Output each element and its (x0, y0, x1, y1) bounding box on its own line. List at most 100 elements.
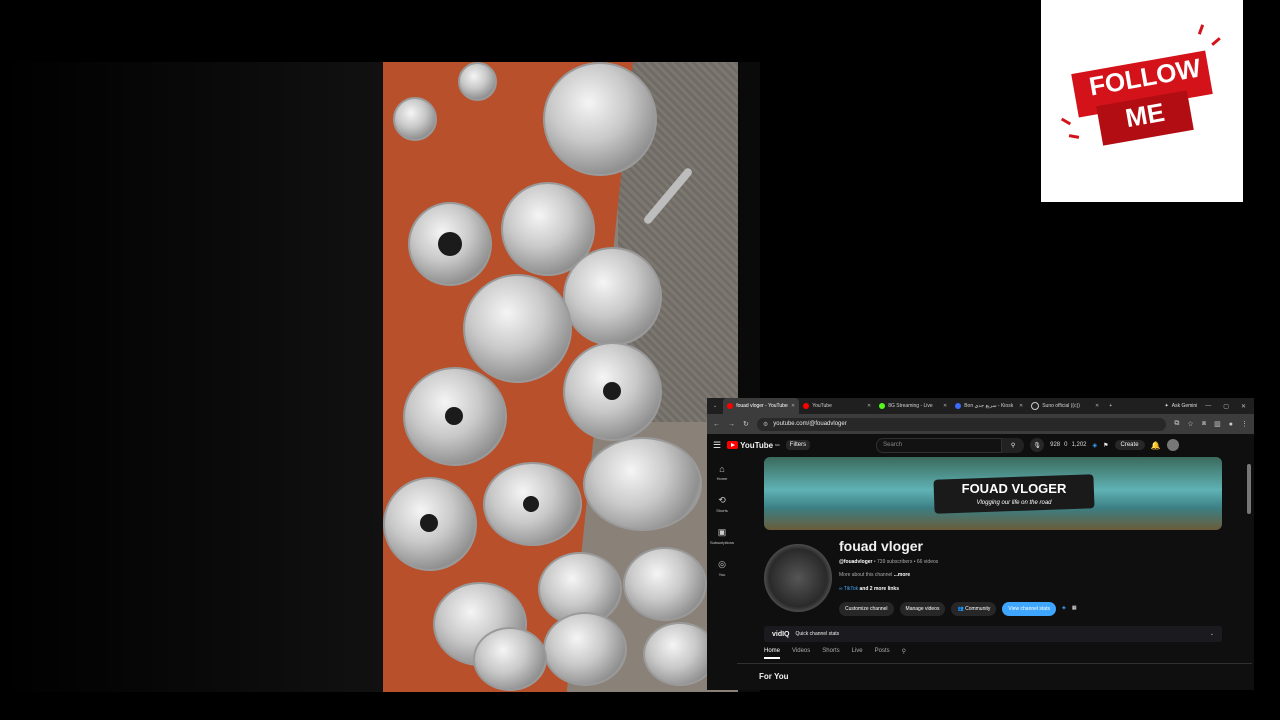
url-field[interactable]: ⚙ youtube.com/@fouadvloger (756, 417, 1167, 431)
hamburger-menu-icon[interactable]: ☰ (713, 440, 721, 451)
pot-lid (383, 477, 477, 571)
subs-stat: 1,202 (1071, 442, 1087, 448)
youtube-sidebar: ⌂ Home ⟲ Shorts ▣ Subscriptions ◎ You (707, 456, 737, 584)
account-avatar[interactable] (1166, 439, 1179, 451)
minimize-icon[interactable]: — (1205, 403, 1211, 410)
channel-links: ∞ TikTok and 2 more links (839, 586, 899, 592)
vidiq-label: Quick channel stats (795, 631, 840, 637)
search-input[interactable]: Search (876, 437, 1003, 453)
customize-channel-button[interactable]: Customize channel (839, 602, 894, 616)
close-icon[interactable]: ✕ (867, 403, 871, 409)
tabs-divider (737, 663, 1252, 664)
menu-dots-icon[interactable]: ⋮ (1241, 420, 1248, 428)
search-button[interactable]: ⚲ (1002, 437, 1025, 453)
globe-icon (955, 403, 962, 409)
tab-label: Suno official ((c)) (1042, 403, 1080, 409)
voice-search-button[interactable]: 🎙 (1030, 438, 1045, 452)
profile-icon[interactable]: ● (1229, 421, 1233, 428)
close-icon[interactable]: ✕ (943, 403, 947, 409)
install-icon[interactable]: ⧉ (1174, 420, 1179, 428)
zero-stat: 0 (1064, 442, 1068, 448)
vidiq-panel[interactable]: vidIQ Quick channel stats ⌄ (764, 626, 1222, 642)
pot-lid (458, 62, 497, 101)
sidebar-icon[interactable]: ▥ (1214, 420, 1221, 428)
shorts-icon: ⟲ (718, 495, 726, 505)
section-heading: For You (759, 672, 789, 681)
tab-kiosk[interactable]: Bon سريع جدي - Kiosk ✕ (951, 398, 1027, 414)
scrollbar[interactable] (1247, 464, 1251, 514)
window-close-icon[interactable]: ✕ (1241, 403, 1246, 410)
spark (1197, 24, 1205, 35)
community-button[interactable]: 👥 Community (951, 602, 997, 616)
tab-bar: ⌄ fouad vloger - YouTube ✕ YouTube ✕ 8G St… (707, 398, 1254, 414)
address-bar-row: ← → ↻ ⚙ youtube.com/@fouadvloger ⧉ ☆ ⧈ ▥ … (707, 414, 1254, 434)
channel-about[interactable]: More about this channel ...more (839, 572, 910, 578)
pot (643, 622, 717, 686)
forward-icon[interactable]: → (728, 421, 735, 428)
extensions-icon[interactable]: ⧈ (1202, 420, 1206, 428)
vidiq-icon[interactable]: ◈ (1093, 442, 1098, 449)
extension-icon[interactable]: ⚑ (1103, 442, 1108, 449)
close-icon[interactable]: ✕ (1019, 403, 1023, 409)
you-icon: ◎ (718, 559, 726, 569)
tab-search-chevron-icon[interactable]: ⌄ (707, 403, 723, 409)
channel-actions: Customize channel Manage videos 👥 Commun… (839, 602, 1077, 616)
back-icon[interactable]: ← (713, 421, 720, 428)
close-icon[interactable]: ✕ (1095, 403, 1099, 409)
vidiq-stats[interactable]: 928 0 1,202 (1050, 442, 1086, 448)
country-code: MA (775, 443, 780, 447)
tab-fouad-vloger[interactable]: fouad vloger - YouTube ✕ (723, 398, 800, 414)
tab-label: Bon سريع جدي - Kiosk (964, 403, 1014, 409)
close-icon[interactable]: ✕ (791, 403, 795, 409)
ask-gemini-button[interactable]: ✦ Ask Gemini (1157, 403, 1206, 409)
new-tab-button[interactable]: + (1103, 403, 1118, 409)
sidebar-item-shorts[interactable]: ⟲ Shorts (707, 488, 737, 520)
tab-label: YouTube (812, 403, 832, 409)
pot-lid (403, 367, 507, 466)
pot-lid (543, 612, 627, 686)
more-links[interactable]: and 2 more links (858, 586, 899, 592)
sidebar-item-subscriptions[interactable]: ▣ Subscriptions (707, 520, 737, 552)
bookmark-star-icon[interactable]: ☆ (1187, 420, 1193, 428)
home-icon: ⌂ (719, 463, 725, 474)
youtube-page: ☰ YouTube MA Filters Search ⚲ 🎙 928 0 1,202… (707, 434, 1254, 690)
channel-avatar[interactable] (764, 544, 832, 612)
tab-streaming[interactable]: 8G Streaming - Live ✕ (875, 398, 951, 414)
youtube-masthead: ☰ YouTube MA Filters Search ⚲ 🎙 928 0 1,202… (707, 434, 1254, 456)
views-stat: 928 (1050, 442, 1061, 448)
tab-posts[interactable]: Posts (875, 648, 890, 659)
tiktok-link[interactable]: TikTok (844, 586, 858, 592)
grid-icon[interactable]: ▦ (1072, 602, 1077, 616)
channel-search-icon[interactable]: ⚲ (902, 648, 906, 659)
subscriptions-icon: ▣ (717, 527, 727, 537)
tiktok-icon (1031, 402, 1040, 410)
sidebar-item-home[interactable]: ⌂ Home (707, 456, 737, 488)
vidiq-small-icon[interactable]: ◈ (1062, 602, 1066, 616)
tab-youtube[interactable]: YouTube ✕ (799, 398, 875, 414)
channel-handle: @fouadvloger (839, 559, 873, 565)
reload-icon[interactable]: ↻ (743, 420, 749, 428)
pan (463, 274, 572, 383)
tab-videos[interactable]: Videos (792, 648, 810, 659)
site-info-icon[interactable]: ⚙ (763, 421, 768, 428)
cookware-photo (383, 62, 738, 692)
spark (1060, 117, 1072, 126)
youtube-logo[interactable]: YouTube MA (727, 441, 780, 450)
notifications-bell-icon[interactable]: 🔔 (1151, 441, 1161, 450)
chevron-down-icon[interactable]: ⌄ (1210, 631, 1214, 637)
more-link[interactable]: ...more (894, 572, 910, 578)
view-channel-stats-button[interactable]: View channel stats (1002, 602, 1056, 616)
manage-videos-button[interactable]: Manage videos (899, 602, 946, 616)
sidebar-item-you[interactable]: ◎ You (707, 552, 737, 584)
maximize-icon[interactable]: ▢ (1223, 403, 1229, 410)
pan (543, 62, 657, 176)
tab-live[interactable]: Live (852, 648, 863, 659)
filters-button[interactable]: Filters (785, 440, 811, 450)
tab-shorts[interactable]: Shorts (822, 648, 839, 659)
filters-label: Filters (789, 442, 807, 448)
pan (563, 247, 662, 346)
pot-lid (563, 342, 662, 441)
tab-suno[interactable]: Suno official ((c)) ✕ (1027, 398, 1103, 414)
create-button[interactable]: Create (1114, 440, 1145, 450)
tab-home[interactable]: Home (764, 648, 781, 659)
